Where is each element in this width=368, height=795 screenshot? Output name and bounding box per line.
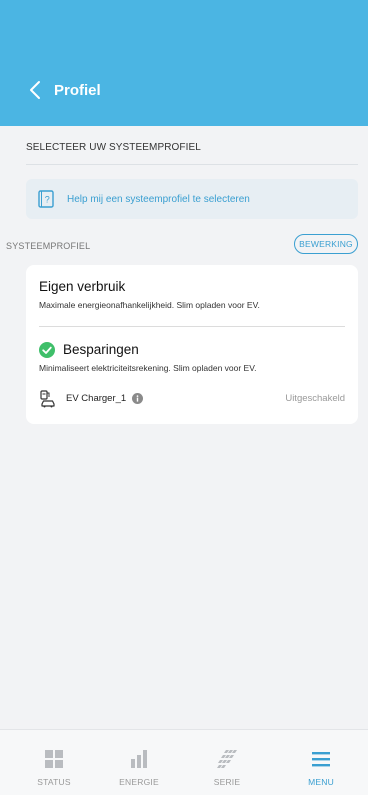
nav-label-energie: ENERGIE [119, 777, 159, 787]
info-icon[interactable] [132, 393, 143, 404]
nav-label-status: STATUS [37, 777, 71, 787]
grid-icon [45, 750, 63, 768]
nav-menu[interactable]: MENU [286, 730, 356, 795]
ev-charger-name: EV Charger_1 [66, 393, 127, 404]
help-link-text: Help mij een systeemprofiel te selectere… [67, 193, 250, 205]
page-title: Profiel [54, 81, 101, 99]
nav-label-menu: MENU [308, 777, 334, 787]
profile-title-own-use[interactable]: Eigen verbruik [39, 279, 125, 294]
back-button[interactable]: Profiel [28, 80, 101, 100]
section-heading: SELECTEER UW SYSTEEMPROFIEL [26, 142, 201, 153]
chevron-left-icon [30, 81, 40, 99]
profile-card: Eigen verbruik Maximale energieonafhanke… [26, 265, 358, 424]
help-select-profile-link[interactable]: ? Help mij een systeemprofiel te selecte… [26, 179, 358, 219]
question-book-icon: ? [38, 190, 54, 208]
hamburger-menu-icon [312, 752, 330, 767]
check-circle-icon [39, 342, 55, 358]
edit-button[interactable]: BEWERKING [294, 234, 358, 254]
nav-serie[interactable]: SERIE [192, 730, 262, 795]
profile-description: Maximale energieonafhankelijkheid. Slim … [39, 300, 260, 310]
ev-charger-status: Uitgeschakeld [285, 393, 345, 404]
divider [39, 326, 345, 327]
system-profile-label: SYSTEEMPROFIEL [6, 241, 91, 251]
nav-energie[interactable]: ENERGIE [104, 730, 174, 795]
solar-panel-icon [217, 750, 237, 768]
bottom-navigation: STATUS ENERGIE SERIE MENU [0, 729, 368, 795]
app-header: Profiel [0, 0, 368, 126]
profile-title-savings[interactable]: Besparingen [63, 342, 139, 357]
divider [26, 164, 358, 165]
ev-charger-icon [40, 390, 55, 408]
nav-label-serie: SERIE [213, 777, 241, 787]
nav-status[interactable]: STATUS [19, 730, 89, 795]
bar-chart-icon [131, 750, 147, 768]
profile-description: Minimaliseert elektriciteitsrekening. Sl… [39, 363, 257, 373]
svg-text:?: ? [45, 195, 50, 205]
